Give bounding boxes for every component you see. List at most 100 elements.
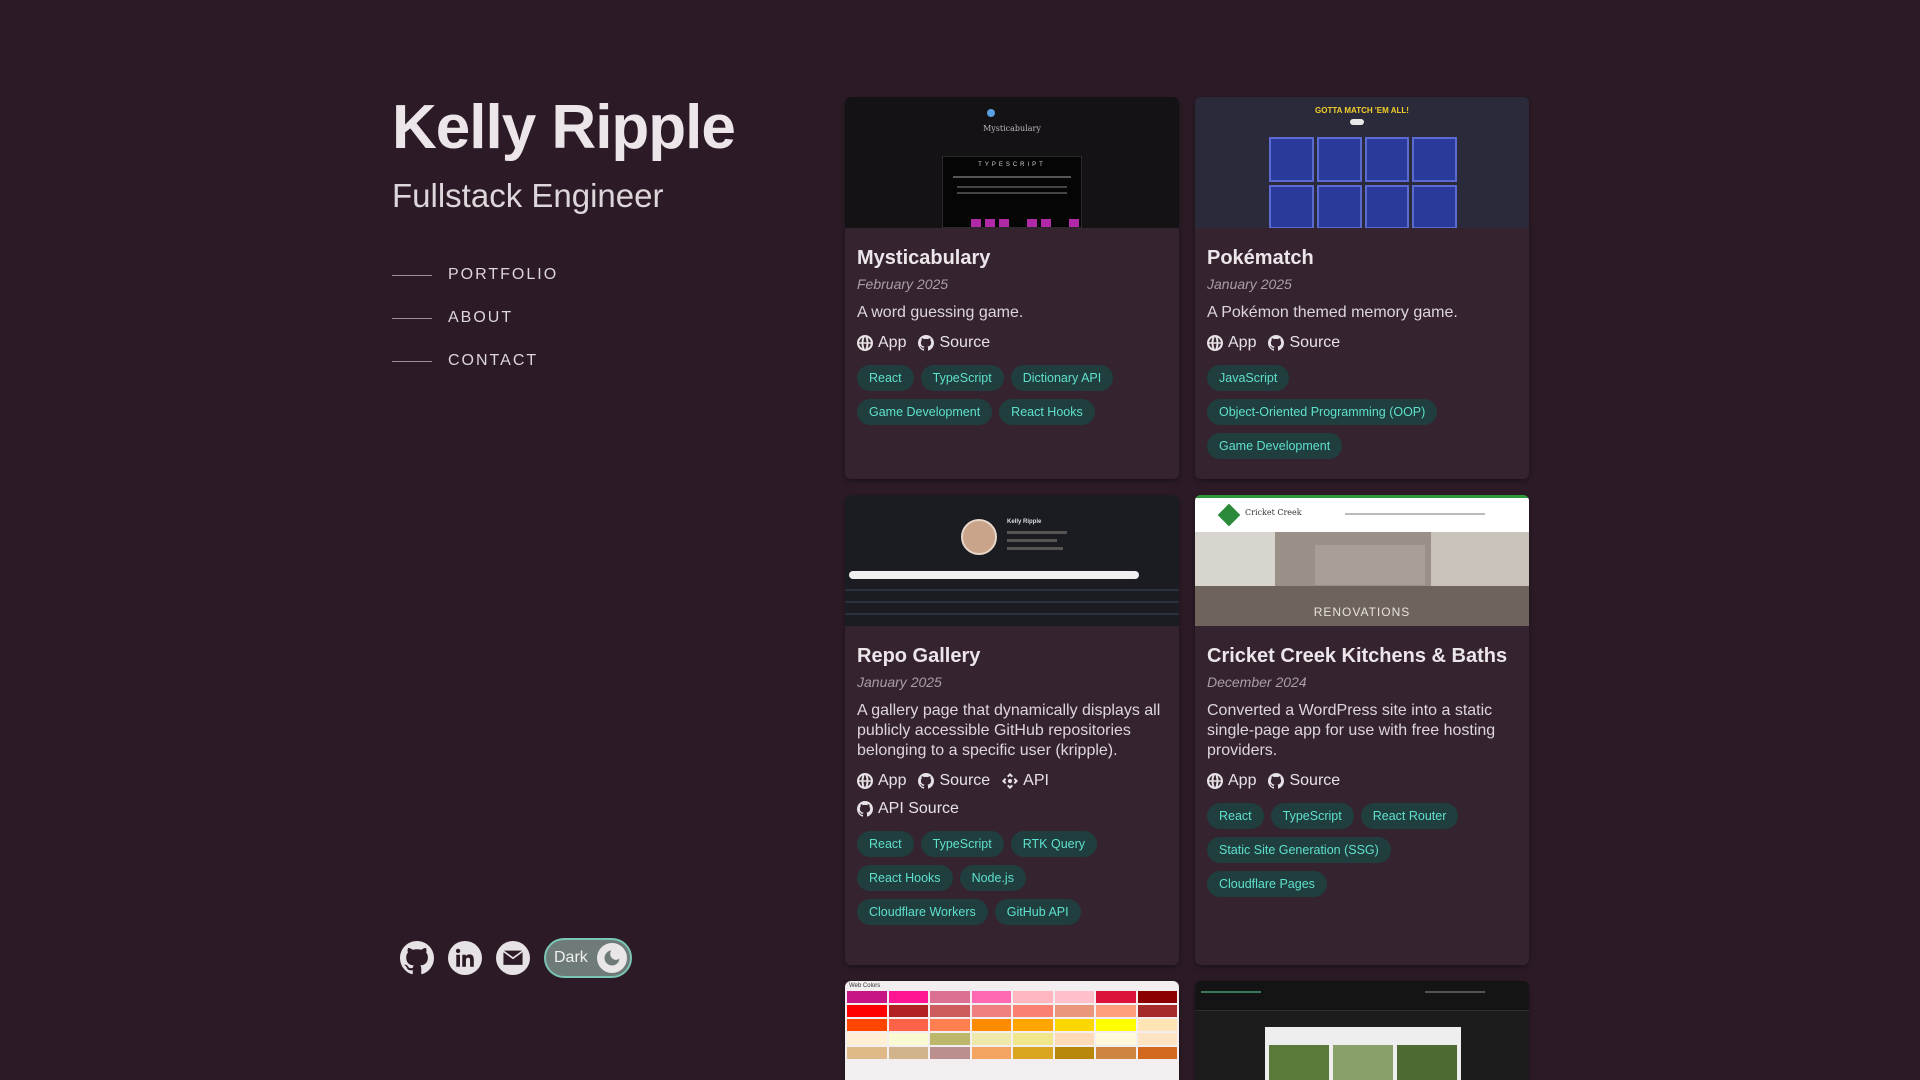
project-card: Mysticabulary TYPESCRIPT Mysticabulary F… — [845, 97, 1179, 479]
app-link[interactable]: App — [1207, 333, 1256, 353]
api-source-link[interactable]: API Source — [857, 799, 959, 819]
project-date: December 2024 — [1207, 674, 1307, 690]
source-link-label: Source — [939, 772, 991, 789]
tech-tag: React — [857, 365, 914, 391]
tech-tag: TypeScript — [920, 365, 1004, 391]
project-title[interactable]: Mysticabulary — [857, 246, 1167, 270]
tech-tag: React Router — [1360, 803, 1459, 829]
linkedin-icon — [448, 941, 482, 975]
tech-tag: Object-Oriented Programming (OOP) — [1207, 399, 1438, 425]
tech-tag: Cloudflare Workers — [857, 899, 988, 925]
github-icon — [918, 773, 935, 789]
api-source-link-label: API Source — [878, 800, 959, 817]
nav-indicator-line — [392, 274, 432, 276]
project-screenshot[interactable]: GOTTA MATCH 'EM ALL! — [1195, 97, 1529, 228]
email-link[interactable] — [494, 939, 532, 977]
email-icon — [496, 941, 530, 975]
project-description: A word guessing game. — [857, 304, 1024, 321]
api-link[interactable]: API — [1002, 771, 1049, 791]
project-card: Web Colors — [845, 981, 1179, 1080]
source-link[interactable]: Source — [1268, 333, 1340, 353]
api-link-label: API — [1023, 772, 1049, 789]
project-description: A Pokémon themed memory game. — [1207, 304, 1458, 321]
thumb-title: GOTTA MATCH 'EM ALL! — [1315, 106, 1409, 115]
thumb-title: Cricket Creek — [1245, 508, 1302, 517]
project-title[interactable]: Repo Gallery — [857, 644, 1167, 668]
source-link[interactable]: Source — [1268, 771, 1340, 791]
github-icon — [918, 335, 935, 351]
project-date: January 2025 — [857, 674, 942, 690]
tech-tag: JavaScript — [1207, 365, 1290, 391]
tech-tag: Game Development — [1207, 433, 1343, 459]
source-link[interactable]: Source — [918, 771, 990, 791]
tech-tag: Cloudflare Pages — [1207, 871, 1327, 897]
thumb-banner: RENOVATIONS — [1313, 605, 1411, 619]
app-link-label: App — [1228, 334, 1257, 351]
app-link-label: App — [1228, 772, 1257, 789]
theme-toggle[interactable]: Dark — [544, 938, 632, 978]
linkedin-link[interactable] — [446, 939, 484, 977]
profile-column: Kelly Ripple Fullstack Engineer PORTFOLI… — [392, 90, 792, 990]
tech-tag: GitHub API — [994, 899, 1081, 925]
app-link[interactable]: App — [857, 333, 906, 353]
source-link-label: Source — [1289, 772, 1341, 789]
project-screenshot[interactable] — [1195, 981, 1529, 1080]
tech-tag: TypeScript — [920, 831, 1004, 857]
thumb-word: TYPESCRIPT — [978, 162, 1046, 168]
globe-icon — [1207, 335, 1223, 351]
project-screenshot[interactable]: Mysticabulary TYPESCRIPT — [845, 97, 1179, 228]
project-card — [1195, 981, 1529, 1080]
github-icon — [1268, 335, 1285, 351]
nav-indicator-line — [392, 317, 432, 319]
globe-icon — [857, 335, 873, 351]
project-title[interactable]: Cricket Creek Kitchens & Baths — [1207, 644, 1517, 668]
tech-tag: Game Development — [857, 399, 993, 425]
tech-tag: React Hooks — [857, 865, 953, 891]
project-description: Converted a WordPress site into a static… — [1207, 702, 1496, 759]
nav-indicator-line — [392, 360, 432, 362]
tech-tag: Static Site Generation (SSG) — [1207, 837, 1391, 863]
tech-tag: React — [1207, 803, 1264, 829]
nav-item-label: ABOUT — [448, 309, 514, 326]
theme-toggle-label: Dark — [554, 949, 588, 966]
globe-icon — [857, 773, 873, 789]
project-date: January 2025 — [1207, 276, 1292, 292]
project-card: Kelly Ripple Repo Gallery January 2025 A… — [845, 495, 1179, 965]
source-link[interactable]: Source — [918, 333, 990, 353]
tech-tag: TypeScript — [1270, 803, 1354, 829]
tech-tag: Node.js — [959, 865, 1026, 891]
tech-tag: Dictionary API — [1010, 365, 1114, 391]
project-screenshot[interactable]: Cricket Creek RENOVATIONS — [1195, 495, 1529, 626]
project-date: February 2025 — [857, 276, 949, 292]
tech-tag: React Hooks — [999, 399, 1095, 425]
moon-icon — [604, 950, 620, 966]
app-link-label: App — [878, 772, 907, 789]
tech-tag: RTK Query — [1010, 831, 1098, 857]
thumb-title: Kelly Ripple — [1007, 519, 1042, 525]
nav-item-contact[interactable]: CONTACT — [392, 350, 792, 372]
github-icon — [400, 941, 434, 975]
github-icon — [857, 801, 873, 817]
project-title[interactable]: Pokématch — [1207, 246, 1517, 270]
nav-item-label: PORTFOLIO — [448, 266, 559, 283]
github-icon — [1268, 773, 1285, 789]
github-link[interactable] — [398, 939, 436, 977]
project-description: A gallery page that dynamically displays… — [857, 702, 1161, 759]
app-link-label: App — [878, 334, 907, 351]
app-link[interactable]: App — [857, 771, 906, 791]
project-screenshot[interactable]: Web Colors — [845, 981, 1179, 1080]
app-link[interactable]: App — [1207, 771, 1256, 791]
project-screenshot[interactable]: Kelly Ripple — [845, 495, 1179, 626]
profile-name: Kelly Ripple — [392, 93, 736, 162]
nav-item-label: CONTACT — [448, 352, 539, 369]
project-card: GOTTA MATCH 'EM ALL! Pokématch January 2… — [1195, 97, 1529, 479]
source-link-label: Source — [1289, 334, 1341, 351]
globe-icon — [1207, 773, 1223, 789]
nav-item-about[interactable]: ABOUT — [392, 307, 792, 329]
project-card: Cricket Creek RENOVATIONS Cricket Creek … — [1195, 495, 1529, 965]
api-icon — [1002, 773, 1019, 789]
source-link-label: Source — [939, 334, 991, 351]
nav-item-portfolio[interactable]: PORTFOLIO — [392, 264, 792, 286]
thumb-title: Web Colors — [849, 983, 881, 989]
profile-role: Fullstack Engineer — [392, 177, 664, 214]
